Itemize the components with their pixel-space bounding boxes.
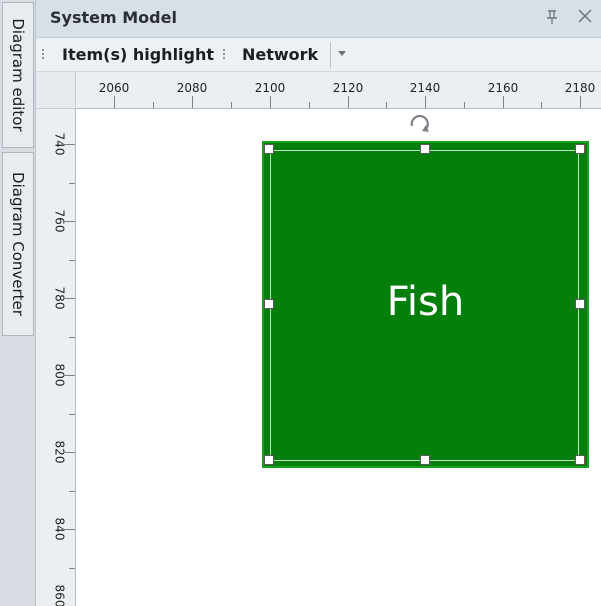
tab-diagram-converter[interactable]: Diagram Converter bbox=[2, 152, 34, 336]
resize-handle-top-left[interactable] bbox=[264, 144, 274, 154]
ruler-tick bbox=[580, 96, 581, 108]
resize-handle-left[interactable] bbox=[264, 299, 274, 309]
chevron-down-icon[interactable] bbox=[338, 51, 346, 56]
close-icon[interactable] bbox=[575, 6, 595, 26]
ruler-tick bbox=[425, 96, 426, 108]
ruler-tick bbox=[309, 102, 310, 108]
toolbar-grip-icon[interactable] bbox=[223, 49, 226, 63]
ruler-top-label: 2180 bbox=[564, 81, 596, 95]
ruler-top-label: 2140 bbox=[409, 81, 441, 95]
resize-handle-top-right[interactable] bbox=[575, 144, 585, 154]
ruler-tick bbox=[63, 452, 75, 453]
node-label: Fish bbox=[386, 279, 465, 325]
toolbar-separator bbox=[330, 42, 331, 68]
ruler-tick bbox=[464, 102, 465, 108]
ruler-top-label: 2100 bbox=[254, 81, 286, 95]
resize-handle-bottom-right[interactable] bbox=[575, 455, 585, 465]
ruler-tick bbox=[63, 298, 75, 299]
ruler-tick bbox=[231, 102, 232, 108]
ruler-tick bbox=[114, 96, 115, 108]
resize-handle-top[interactable] bbox=[420, 144, 430, 154]
ruler-left-label: 860 bbox=[52, 584, 67, 606]
ruler-top-label: 2120 bbox=[332, 81, 364, 95]
tab-diagram-editor[interactable]: Diagram editor bbox=[2, 2, 34, 148]
ruler-left: 740 760 780 800 820 840 860 bbox=[36, 109, 76, 606]
ruler-tick bbox=[69, 568, 75, 569]
tab-label: Diagram editor bbox=[9, 18, 27, 132]
ruler-tick bbox=[63, 375, 75, 376]
ruler-tick bbox=[69, 183, 75, 184]
ruler-top-label: 2060 bbox=[98, 81, 130, 95]
network-button[interactable]: Network bbox=[242, 45, 318, 64]
ruler-tick bbox=[69, 337, 75, 338]
rotate-icon[interactable] bbox=[405, 110, 433, 138]
resize-handle-bottom-left[interactable] bbox=[264, 455, 274, 465]
ruler-tick bbox=[192, 96, 193, 108]
ruler-tick bbox=[69, 491, 75, 492]
ruler-tick bbox=[541, 102, 542, 108]
ruler-tick bbox=[63, 221, 75, 222]
ruler-tick bbox=[63, 144, 75, 145]
panel-title: System Model bbox=[50, 8, 177, 27]
resize-handle-right[interactable] bbox=[575, 299, 585, 309]
ruler-tick bbox=[348, 96, 349, 108]
ruler-tick bbox=[69, 260, 75, 261]
panel-header: System Model bbox=[36, 0, 601, 38]
ruler-tick bbox=[63, 529, 75, 530]
ruler-top-label: 2160 bbox=[487, 81, 519, 95]
ruler-tick bbox=[153, 102, 154, 108]
ruler-top-label: 2080 bbox=[176, 81, 208, 95]
tab-label: Diagram Converter bbox=[9, 172, 27, 316]
toolbar: Item(s) highlight Network bbox=[36, 38, 601, 72]
left-tab-strip: Diagram editor Diagram Converter bbox=[0, 0, 36, 606]
diagram-node-fish[interactable]: Fish bbox=[262, 141, 589, 468]
ruler-tick bbox=[69, 414, 75, 415]
ruler-tick bbox=[386, 102, 387, 108]
pin-icon[interactable] bbox=[545, 9, 559, 25]
ruler-corner bbox=[36, 72, 76, 109]
ruler-tick bbox=[503, 96, 504, 108]
toolbar-grip-icon[interactable] bbox=[42, 49, 45, 63]
item-highlight-button[interactable]: Item(s) highlight bbox=[62, 45, 222, 64]
resize-handle-bottom[interactable] bbox=[420, 455, 430, 465]
ruler-top: 2060 2080 2100 2120 2140 2160 2180 bbox=[76, 72, 601, 109]
ruler-tick bbox=[270, 96, 271, 108]
